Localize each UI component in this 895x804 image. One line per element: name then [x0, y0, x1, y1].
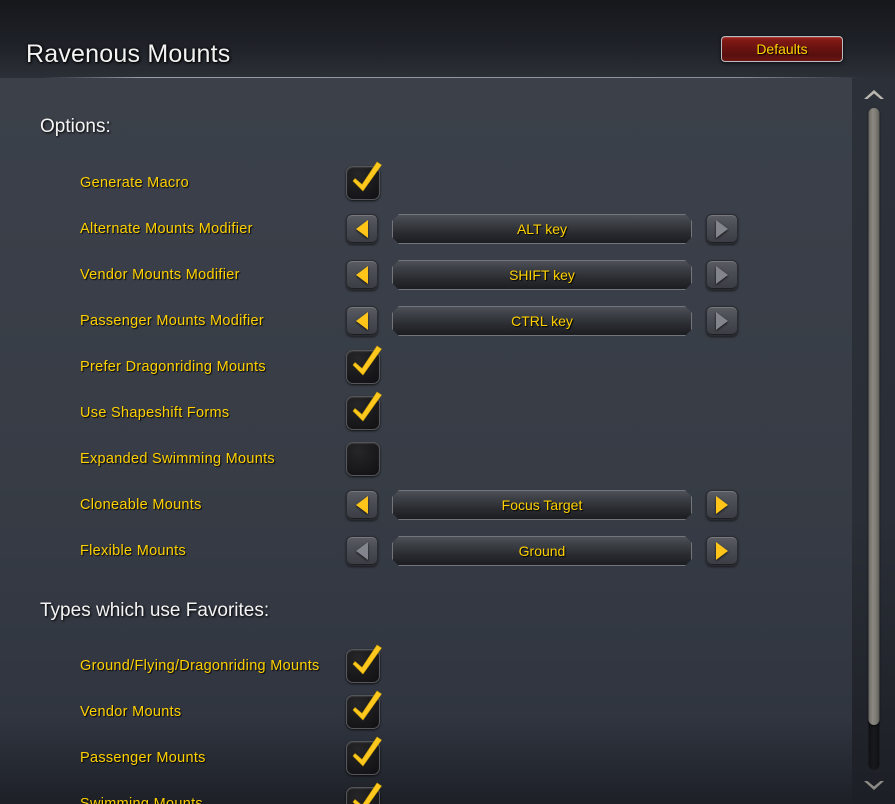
vertical-scrollbar[interactable]	[852, 78, 895, 804]
checkmark-icon	[352, 161, 382, 192]
option-label: Flexible Mounts	[80, 543, 187, 559]
option-row: Vendor Mounts	[0, 690, 852, 730]
option-label: Ground/Flying/Dragonriding Mounts	[80, 658, 320, 674]
option-label: Cloneable Mounts	[80, 497, 202, 513]
next-value-arrow-icon[interactable]	[706, 490, 738, 520]
option-label: Passenger Mounts Modifier	[80, 313, 264, 329]
previous-value-arrow-icon[interactable]	[346, 260, 378, 290]
checkmark-icon	[352, 644, 382, 675]
checkmark-icon	[352, 782, 382, 804]
option-value-label: ALT key	[516, 221, 568, 237]
option-value-box[interactable]: CTRL key	[392, 306, 692, 336]
option-checkbox[interactable]	[346, 782, 382, 804]
option-label: Vendor Mounts	[80, 704, 182, 720]
option-row: Prefer Dragonriding Mounts	[0, 345, 852, 385]
option-row: Alternate Mounts Modifier ALT key	[0, 211, 852, 247]
checkmark-icon	[352, 345, 382, 376]
option-label: Passenger Mounts	[80, 750, 206, 766]
option-checkbox[interactable]	[346, 345, 382, 384]
option-label: Generate Macro	[80, 175, 189, 191]
option-checkbox[interactable]	[346, 644, 382, 683]
option-row: Expanded Swimming Mounts	[0, 441, 852, 477]
next-value-arrow-icon[interactable]	[706, 306, 738, 336]
option-value-box[interactable]: ALT key	[392, 214, 692, 244]
chevron-up-icon[interactable]	[861, 86, 887, 102]
option-label: Vendor Mounts Modifier	[80, 267, 240, 283]
addon-options-panel: Ravenous Mounts Defaults Options: Types …	[0, 0, 895, 804]
checkmark-icon	[352, 736, 382, 767]
option-checkbox[interactable]	[346, 442, 380, 476]
option-label: Prefer Dragonriding Mounts	[80, 359, 266, 375]
defaults-button-label: Defaults	[756, 41, 808, 57]
option-checkbox[interactable]	[346, 736, 382, 775]
option-row: Passenger Mounts	[0, 736, 852, 776]
option-label: Swimming Mounts	[80, 796, 203, 804]
section-title-favorites: Types which use Favorites:	[40, 600, 270, 621]
option-value-label: CTRL key	[511, 313, 573, 329]
panel-header: Ravenous Mounts Defaults	[0, 0, 895, 78]
option-value-box[interactable]: Ground	[392, 536, 692, 566]
next-value-arrow-icon[interactable]	[706, 536, 738, 566]
option-value-label: SHIFT key	[509, 267, 575, 283]
option-row: Swimming Mounts	[0, 782, 852, 804]
option-value-box[interactable]: SHIFT key	[392, 260, 692, 290]
option-row: Use Shapeshift Forms	[0, 391, 852, 431]
chevron-down-icon[interactable]	[861, 778, 887, 794]
next-value-arrow-icon[interactable]	[706, 260, 738, 290]
option-checkbox[interactable]	[346, 161, 382, 200]
next-value-arrow-icon[interactable]	[706, 214, 738, 244]
previous-value-arrow-icon[interactable]	[346, 490, 378, 520]
option-value-label: Ground	[518, 543, 566, 559]
previous-value-arrow-icon[interactable]	[346, 214, 378, 244]
option-value-box[interactable]: Focus Target	[392, 490, 692, 520]
option-label: Alternate Mounts Modifier	[80, 221, 253, 237]
option-checkbox[interactable]	[346, 391, 382, 430]
section-title-options: Options:	[40, 116, 111, 137]
page-title: Ravenous Mounts	[26, 40, 231, 68]
option-row: Flexible Mounts Ground	[0, 533, 852, 569]
previous-value-arrow-icon[interactable]	[346, 536, 378, 566]
checkmark-icon	[352, 391, 382, 422]
scrollbar-thumb[interactable]	[868, 108, 879, 725]
option-checkbox[interactable]	[346, 690, 382, 729]
option-row: Cloneable Mounts Focus Target	[0, 487, 852, 523]
option-row: Generate Macro	[0, 161, 852, 201]
options-scroll-area: Options: Types which use Favorites: Gene…	[0, 78, 852, 804]
option-value-label: Focus Target	[501, 497, 583, 513]
defaults-button[interactable]: Defaults	[721, 36, 843, 62]
option-row: Passenger Mounts Modifier CTRL key	[0, 303, 852, 339]
previous-value-arrow-icon[interactable]	[346, 306, 378, 336]
option-row: Ground/Flying/Dragonriding Mounts	[0, 644, 852, 684]
option-row: Vendor Mounts Modifier SHIFT key	[0, 257, 852, 293]
checkmark-icon	[352, 690, 382, 721]
option-label: Expanded Swimming Mounts	[80, 451, 275, 467]
option-label: Use Shapeshift Forms	[80, 405, 230, 421]
